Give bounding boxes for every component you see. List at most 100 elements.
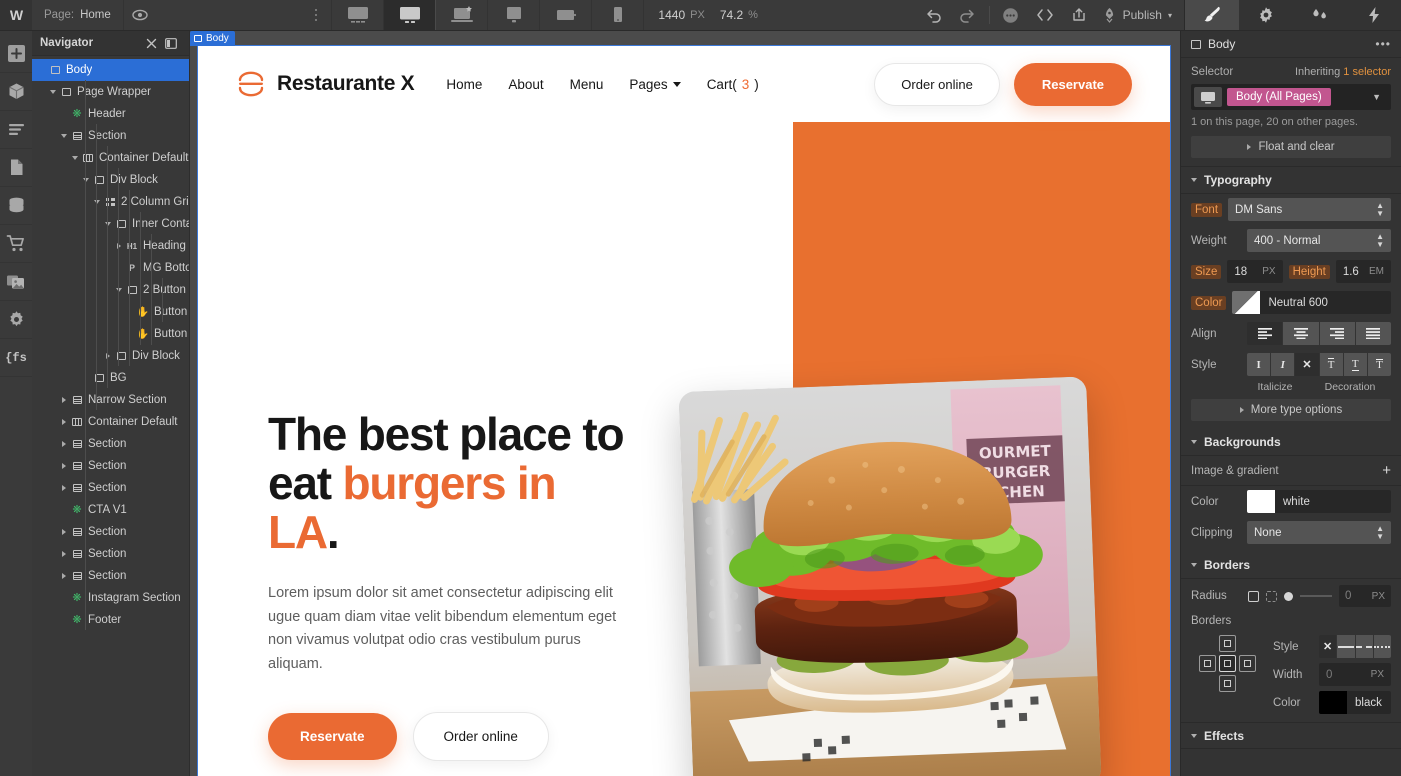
border-width-input[interactable]: 0 PX xyxy=(1319,663,1391,686)
navigator-item-div-block[interactable]: Div Block xyxy=(32,345,189,367)
site-preview[interactable]: Restaurante X Home About Menu Pages Cart… xyxy=(197,45,1171,776)
tab-style-panel[interactable] xyxy=(1185,0,1239,30)
rail-cms[interactable] xyxy=(0,187,32,225)
navigator-item-container-default[interactable]: Container Default xyxy=(32,411,189,433)
border-top-button[interactable] xyxy=(1218,635,1236,652)
border-right-button[interactable] xyxy=(1238,655,1256,672)
device-desktop[interactable] xyxy=(383,0,436,30)
line-height-input[interactable]: 1.6 EM xyxy=(1335,260,1391,283)
navigator-item-section[interactable]: Section xyxy=(32,477,189,499)
publish-button[interactable]: Publish ▾ xyxy=(1096,0,1184,30)
navigator-item-page-wrapper[interactable]: Page Wrapper xyxy=(32,81,189,103)
upright-icon[interactable]: I xyxy=(1247,353,1271,376)
hero-order-online-button[interactable]: Order online xyxy=(412,712,549,762)
chevron-down-icon[interactable] xyxy=(69,156,80,160)
nav-link-menu[interactable]: Menu xyxy=(570,77,604,92)
border-left-button[interactable] xyxy=(1198,655,1216,672)
nav-link-cart[interactable]: Cart(3) xyxy=(707,77,759,92)
border-dashed-icon[interactable] xyxy=(1355,635,1373,658)
device-tablet-landscape[interactable] xyxy=(539,0,591,30)
chevron-down-icon[interactable] xyxy=(113,288,124,292)
rail-settings[interactable] xyxy=(0,301,32,339)
code-brackets-icon[interactable] xyxy=(1028,0,1062,30)
align-justify-icon[interactable] xyxy=(1355,322,1391,345)
effects-section-header[interactable]: Effects xyxy=(1181,722,1401,749)
ellipsis-icon[interactable]: ••• xyxy=(1375,37,1391,51)
canvas-size-zoom[interactable]: 1440 PX 74.2 % xyxy=(643,0,772,30)
navigator-item-inner-containe[interactable]: Inner Containe xyxy=(32,213,189,235)
align-left-icon[interactable] xyxy=(1247,322,1283,345)
radius-all-corners-icon[interactable] xyxy=(1248,590,1259,602)
device-desktop-large[interactable] xyxy=(331,0,383,30)
chevron-down-icon[interactable] xyxy=(58,134,69,138)
border-solid-icon[interactable] xyxy=(1337,635,1355,658)
chevron-right-icon[interactable] xyxy=(58,529,69,535)
navigator-item-heading-1[interactable]: H1 Heading 1 xyxy=(32,235,189,257)
undo-icon[interactable] xyxy=(917,0,951,30)
border-color-field[interactable]: black xyxy=(1319,691,1391,714)
chevron-down-icon[interactable]: ▼ xyxy=(1372,92,1381,102)
color-swatch[interactable] xyxy=(1247,490,1275,513)
backgrounds-section-header[interactable]: Backgrounds xyxy=(1181,429,1401,456)
radius-individual-corners-icon[interactable] xyxy=(1266,590,1277,602)
hero-reservate-button[interactable]: Reservate xyxy=(268,713,397,761)
rail-ecommerce[interactable] xyxy=(0,225,32,263)
site-brand[interactable]: Restaurante X xyxy=(236,70,415,98)
strikethrough-icon[interactable]: T xyxy=(1319,353,1343,376)
chevron-right-icon[interactable] xyxy=(58,573,69,579)
navigator-item-2-button-wra[interactable]: 2 Button Wra xyxy=(32,279,189,301)
panel-toggle-icon[interactable] xyxy=(161,37,181,49)
float-and-clear-button[interactable]: Float and clear xyxy=(1191,136,1391,158)
chevron-right-icon[interactable] xyxy=(113,243,124,249)
clipping-select[interactable]: None ▲ ▼ xyxy=(1247,521,1391,544)
collapse-all-icon[interactable] xyxy=(141,38,161,49)
device-mobile[interactable] xyxy=(591,0,643,30)
navigator-item-cta-v1[interactable]: ❋ CTA V1 xyxy=(32,499,189,521)
navigator-item-section[interactable]: Section xyxy=(32,455,189,477)
radius-input[interactable]: 0 PX xyxy=(1339,585,1391,607)
overline-icon[interactable]: T xyxy=(1367,353,1391,376)
navbar-order-online-button[interactable]: Order online xyxy=(874,62,1000,106)
chevron-right-icon[interactable] xyxy=(58,397,69,403)
chevron-right-icon[interactable] xyxy=(58,441,69,447)
border-bottom-button[interactable] xyxy=(1218,675,1236,692)
navigator-item-container-default[interactable]: Container Default xyxy=(32,147,189,169)
navigator-item-bg[interactable]: BG xyxy=(32,367,189,389)
rail-navigator[interactable] xyxy=(0,111,32,149)
inheriting-count[interactable]: 1 selector xyxy=(1343,66,1391,78)
navigator-item-section[interactable]: Section xyxy=(32,125,189,147)
navigator-item-2-column-grid[interactable]: 2 Column Grid xyxy=(32,191,189,213)
comment-dots-icon[interactable] xyxy=(994,0,1028,30)
weight-select[interactable]: 400 - Normal ▲ ▼ xyxy=(1247,229,1391,252)
webflow-logo[interactable]: W xyxy=(0,0,32,30)
share-export-icon[interactable] xyxy=(1062,0,1096,30)
navigator-item-section[interactable]: Section xyxy=(32,433,189,455)
borders-section-header[interactable]: Borders xyxy=(1181,552,1401,579)
no-decoration-icon[interactable]: ✕ xyxy=(1295,353,1319,376)
navbar-reservate-button[interactable]: Reservate xyxy=(1013,62,1132,106)
navigator-item-div-block[interactable]: Div Block xyxy=(32,169,189,191)
align-center-icon[interactable] xyxy=(1283,322,1319,345)
rail-assets[interactable] xyxy=(0,263,32,301)
navigator-item-section[interactable]: Section xyxy=(32,543,189,565)
typography-section-header[interactable]: Typography xyxy=(1181,167,1401,194)
color-swatch[interactable] xyxy=(1319,691,1347,714)
navigator-item-button-pri[interactable]: ✋ Button Pri xyxy=(32,301,189,323)
rail-components[interactable] xyxy=(0,73,32,111)
chevron-right-icon[interactable] xyxy=(58,551,69,557)
navigator-item-mg-bottom[interactable]: P MG Bottom xyxy=(32,257,189,279)
tab-quick-actions[interactable] xyxy=(1347,0,1401,30)
border-dotted-icon[interactable] xyxy=(1373,635,1391,658)
font-size-input[interactable]: 18 PX xyxy=(1227,260,1283,283)
navigator-item-instagram-section[interactable]: ❋ Instagram Section xyxy=(32,587,189,609)
align-right-icon[interactable] xyxy=(1319,322,1355,345)
text-color-field[interactable]: Neutral 600 xyxy=(1232,291,1391,314)
chevron-down-icon[interactable] xyxy=(102,222,113,226)
image-gradient-row[interactable]: Image & gradient + xyxy=(1181,456,1401,486)
rail-variables[interactable]: {fs xyxy=(0,339,32,377)
radius-slider-track[interactable] xyxy=(1300,595,1332,597)
tab-settings-panel[interactable] xyxy=(1239,0,1293,30)
page-indicator[interactable]: Page: Home xyxy=(32,0,123,30)
plus-icon[interactable]: + xyxy=(1382,463,1391,478)
navigator-item-body[interactable]: Body xyxy=(32,59,189,81)
